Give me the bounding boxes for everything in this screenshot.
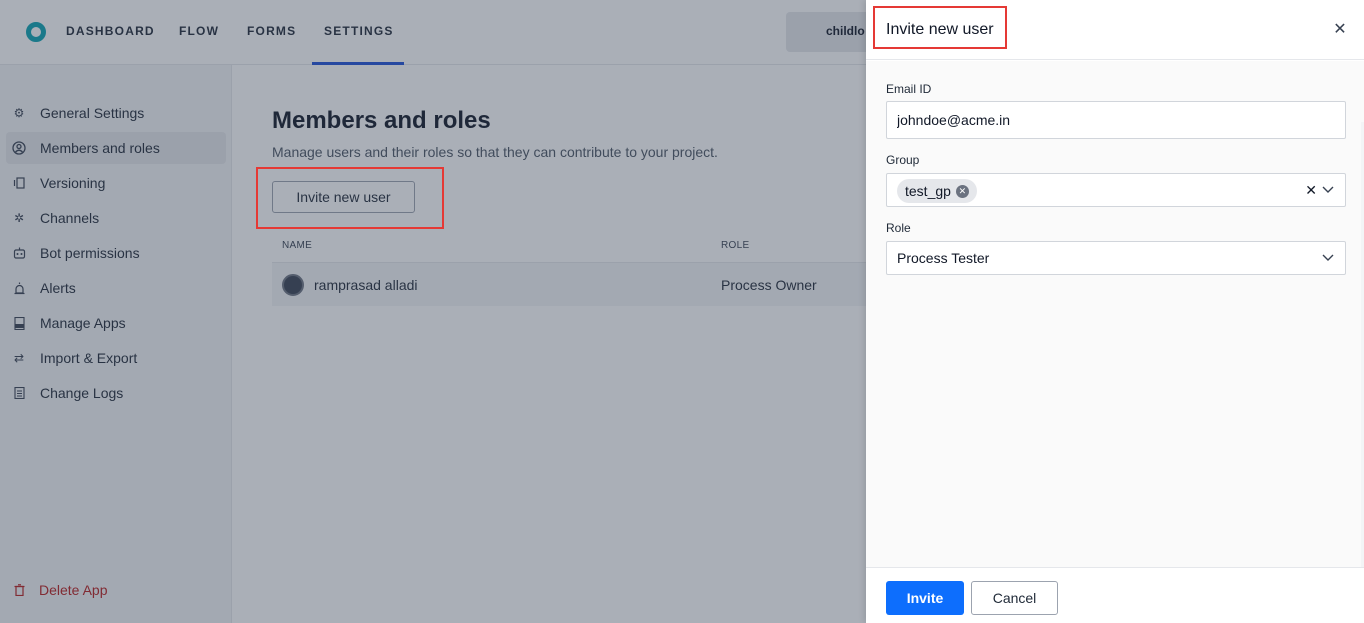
remove-chip-icon[interactable]: ✕ (955, 184, 969, 198)
role-label: Role (886, 221, 911, 235)
invite-user-drawer: Invite new user ✕ Email ID Group test_gp… (866, 0, 1364, 623)
drawer-footer: Invite Cancel (866, 567, 1364, 623)
modal-backdrop[interactable] (0, 0, 866, 623)
close-icon[interactable]: ✕ (1332, 22, 1348, 38)
group-select[interactable]: test_gp ✕ ✕ (886, 173, 1346, 207)
invite-button[interactable]: Invite (886, 581, 964, 615)
annotation-highlight-drawer-title (873, 6, 1007, 49)
cancel-button[interactable]: Cancel (971, 581, 1058, 615)
app-page: DASHBOARD FLOW FORMS SETTINGS childlo ⚙ … (0, 0, 1364, 623)
group-chip-label: test_gp (905, 183, 951, 199)
group-label: Group (886, 153, 920, 167)
group-chip: test_gp ✕ (897, 179, 977, 203)
role-select[interactable]: Process Tester (886, 241, 1346, 275)
clear-icon[interactable]: ✕ (1305, 182, 1317, 199)
chevron-down-icon[interactable] (1321, 182, 1335, 196)
role-selected-value: Process Tester (897, 250, 990, 266)
email-label: Email ID (886, 82, 932, 96)
drawer-header: Invite new user ✕ (866, 0, 1364, 60)
annotation-highlight-invite-button (256, 167, 444, 229)
email-field-wrapper (886, 101, 1346, 139)
chevron-down-icon[interactable] (1321, 250, 1335, 264)
email-field[interactable] (887, 102, 1345, 138)
drawer-body: Email ID Group test_gp ✕ ✕ Role Process … (866, 61, 1364, 623)
